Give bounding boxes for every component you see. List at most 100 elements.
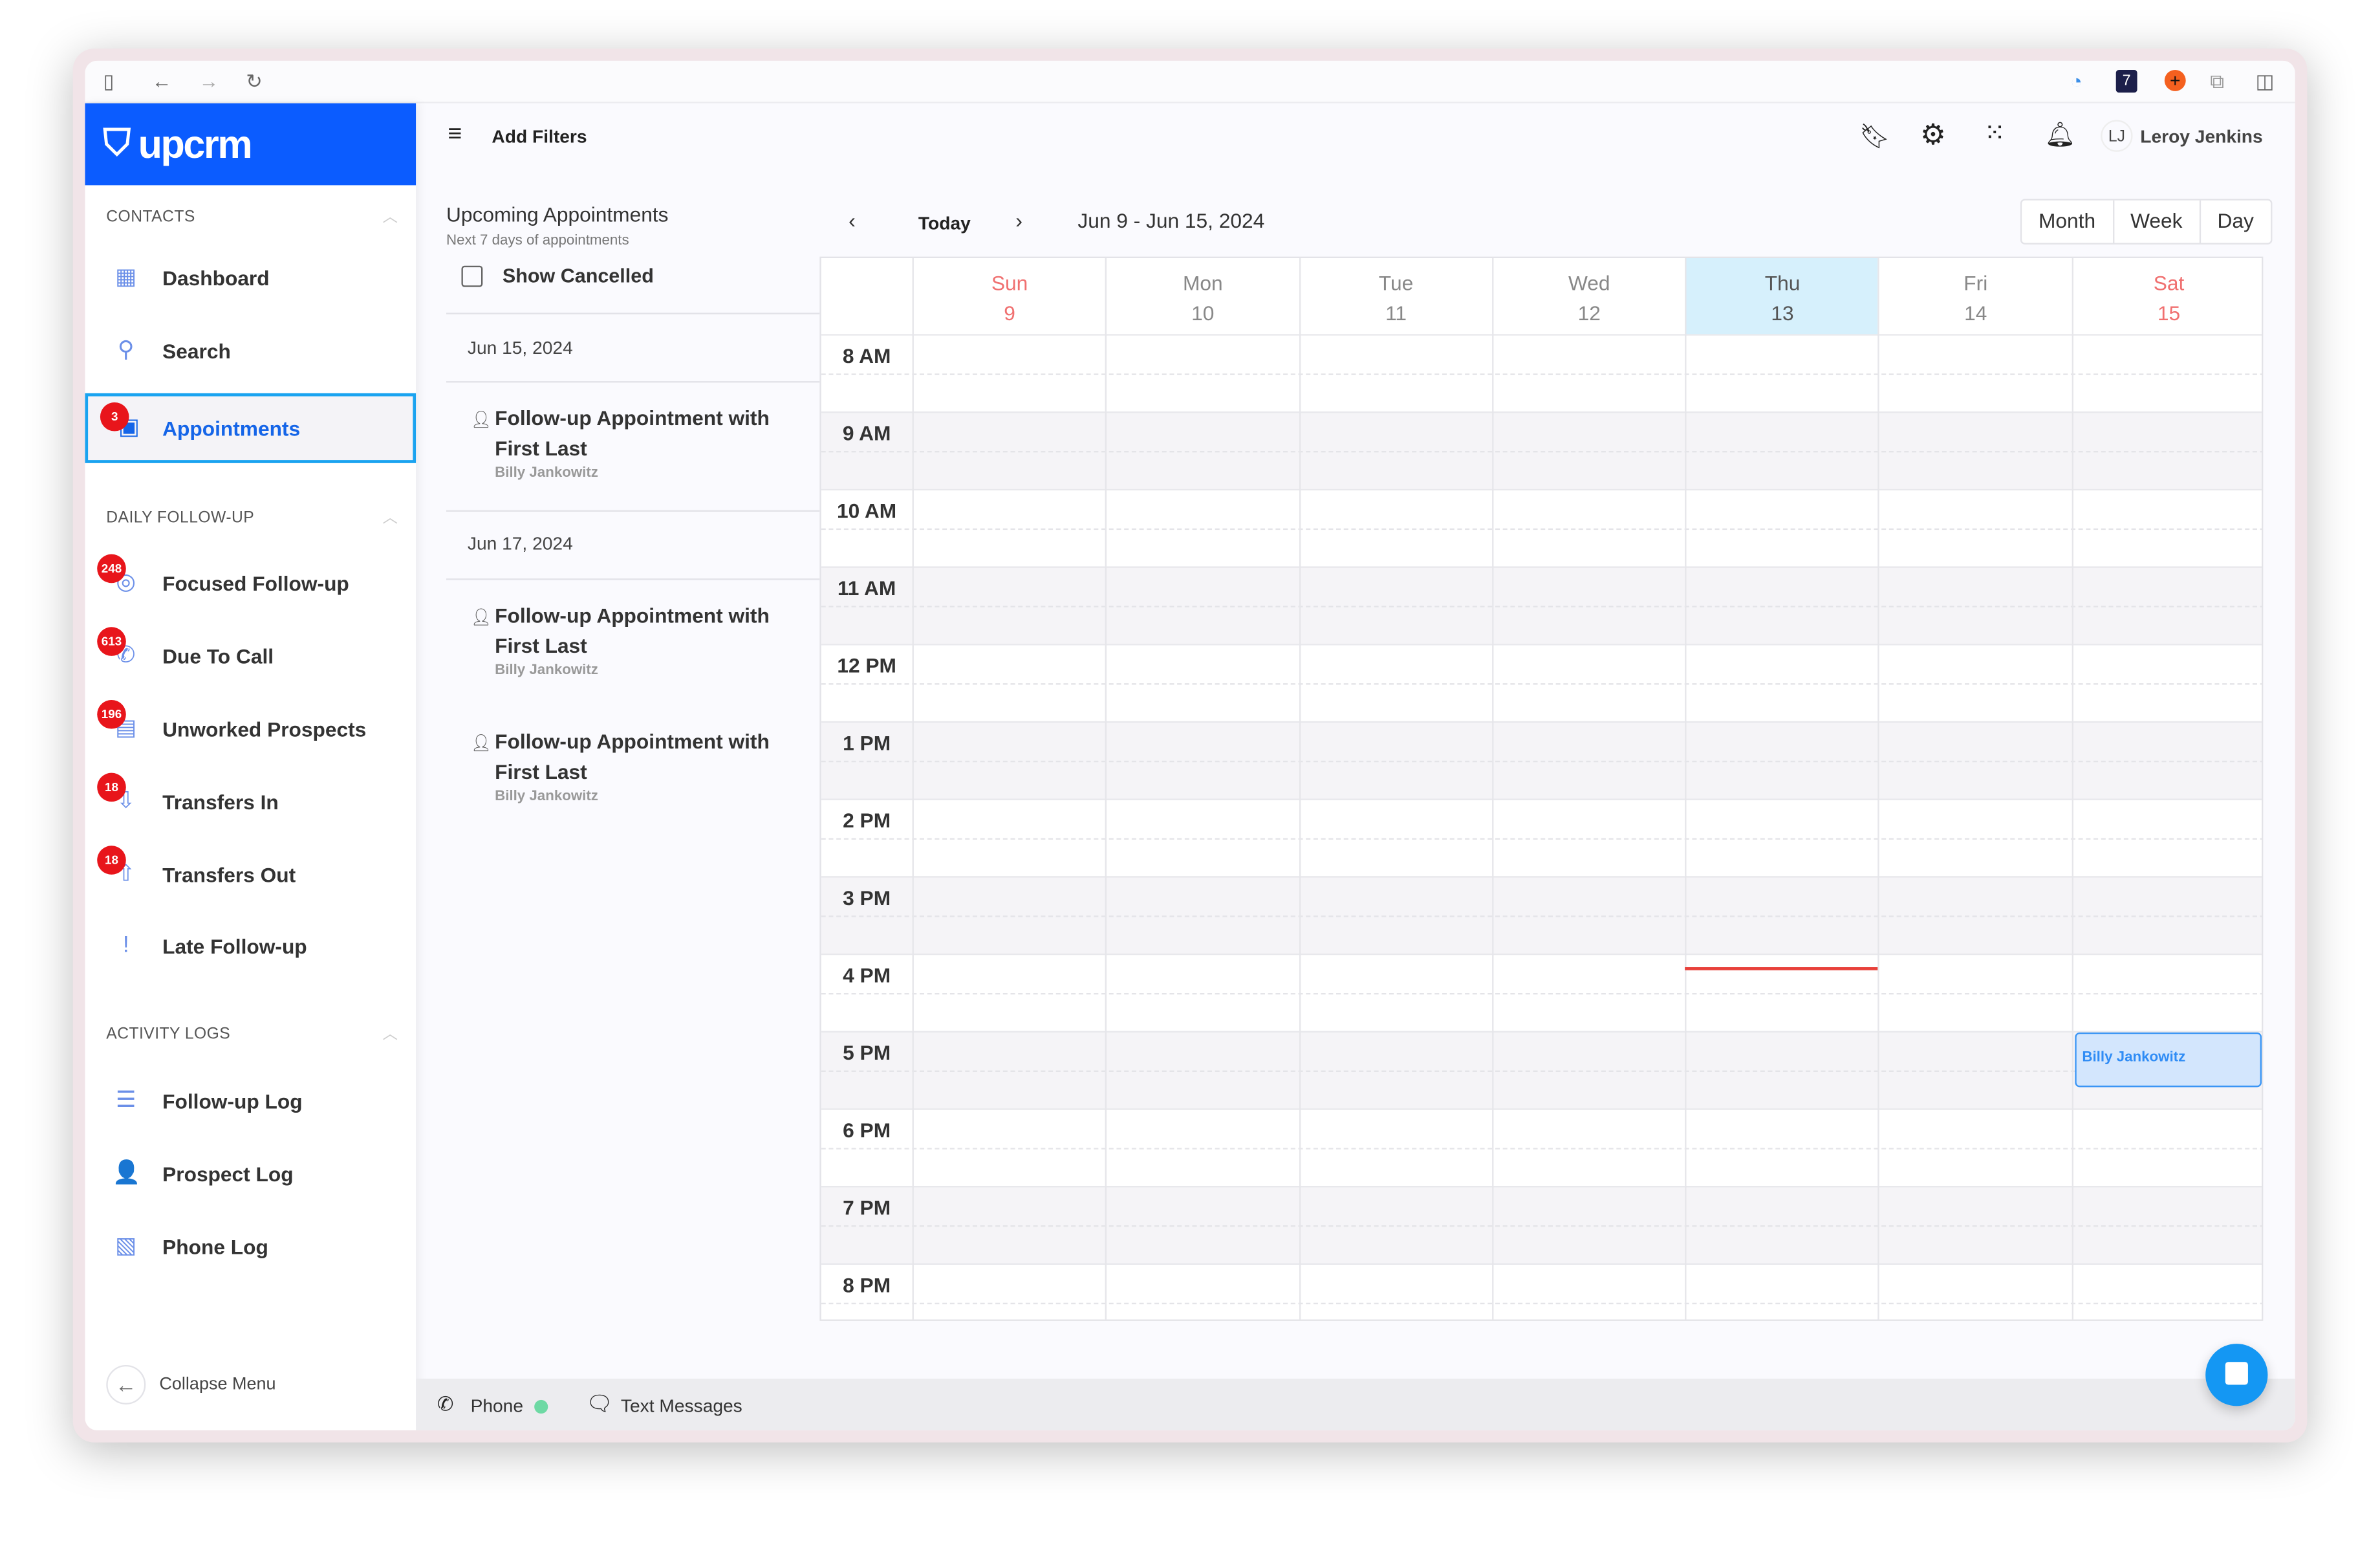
- bookmark-icon[interactable]: 🔖︎: [1859, 122, 1890, 152]
- sidebar-item-transfers-out[interactable]: ⇧ 18 Transfers Out: [85, 840, 416, 910]
- sidebar-item-appointments[interactable]: ▣ 3 Appointments: [85, 393, 416, 463]
- show-cancelled-checkbox[interactable]: [461, 265, 483, 287]
- view-switcher: Month Week Day: [2020, 199, 2273, 245]
- person-icon: 👤︎: [470, 609, 492, 628]
- chevron-up-icon[interactable]: ︿: [382, 1020, 397, 1044]
- person-add-icon: 👤: [112, 1160, 141, 1186]
- day-header-fri[interactable]: Fri 14: [1878, 257, 2072, 334]
- user-name[interactable]: Leroy Jenkins: [2140, 126, 2262, 148]
- half-hour-line: [821, 1302, 2262, 1305]
- sidebar-item-search[interactable]: ⚲ Search: [85, 316, 416, 386]
- extension-icon[interactable]: 7: [2115, 69, 2137, 93]
- apps-grid-icon[interactable]: ⁙: [1984, 118, 2006, 149]
- upcoming-subtitle: Next 7 days of appointments: [446, 232, 629, 249]
- half-hour-line: [821, 451, 2262, 453]
- day-header-sun[interactable]: Sun 9: [912, 257, 1106, 334]
- gear-icon[interactable]: ⚙: [1920, 118, 1946, 153]
- day-number: 12: [1577, 302, 1601, 325]
- view-day-button[interactable]: Day: [2199, 200, 2270, 243]
- bell-icon[interactable]: 🔔︎: [2044, 120, 2075, 150]
- hour-row: 2 PM: [821, 798, 2262, 877]
- password-extension-icon[interactable]: ◔: [2070, 70, 2082, 94]
- day-column-divider: [1878, 334, 1880, 1320]
- half-hour-line: [821, 1225, 2262, 1227]
- search-icon: ⚲: [117, 337, 135, 363]
- section-activity-logs: ACTIVITY LOGS: [106, 1025, 231, 1044]
- half-hour-line: [821, 373, 2262, 375]
- person-icon: 👤︎: [470, 734, 492, 754]
- sidebar-toggle-icon[interactable]: ▯: [103, 70, 114, 94]
- day-column-divider: [912, 334, 914, 1320]
- back-icon[interactable]: ←: [152, 70, 172, 94]
- phone-button[interactable]: Phone: [471, 1395, 523, 1417]
- sidebar-item-phone-log[interactable]: ▧ Phone Log: [85, 1212, 416, 1282]
- reload-icon[interactable]: ↻: [246, 70, 263, 94]
- sidebar-item-due-to-call[interactable]: ✆ 613 Due To Call: [85, 621, 416, 691]
- half-hour-line: [821, 683, 2262, 685]
- view-week-button[interactable]: Week: [2112, 200, 2199, 243]
- tab-tools-icon[interactable]: ⧉: [2210, 70, 2224, 94]
- split-view-icon[interactable]: ◫: [2256, 70, 2275, 94]
- day-number: 9: [1004, 302, 1015, 325]
- forward-icon[interactable]: →: [199, 70, 219, 94]
- collapse-arrow-icon[interactable]: ←: [106, 1364, 146, 1404]
- badge: 3: [100, 402, 129, 432]
- hour-label: 12 PM: [837, 654, 896, 677]
- calendar-event[interactable]: Billy Jankowitz: [2074, 1032, 2262, 1088]
- badge: 613: [97, 627, 126, 656]
- hour-label: 5 PM: [843, 1042, 891, 1065]
- sidebar-item-prospect-log[interactable]: 👤 Prospect Log: [85, 1139, 416, 1208]
- day-number: 14: [1964, 302, 1987, 325]
- day-header-tue[interactable]: Tue 11: [1299, 257, 1492, 334]
- chevron-up-icon[interactable]: ︿: [382, 504, 397, 527]
- text-messages-button[interactable]: Text Messages: [621, 1395, 742, 1417]
- appointment-item[interactable]: 👤︎ Follow-up Appointment with First Last B…: [468, 601, 801, 679]
- day-header-wed[interactable]: Wed 12: [1491, 257, 1685, 334]
- badge: 248: [97, 554, 126, 584]
- hour-label: 11 AM: [837, 576, 896, 600]
- appointment-item[interactable]: 👤︎ Follow-up Appointment with First Last B…: [468, 404, 801, 481]
- sidebar-item-focused-follow-up[interactable]: ◎ 248 Focused Follow-up: [85, 548, 416, 618]
- sidebar-item-late-follow-up[interactable]: ! Late Follow-up: [85, 911, 416, 981]
- brand-logo[interactable]: ⛉ upcrm: [85, 103, 416, 186]
- current-time-line: [1685, 967, 1879, 970]
- day-header-sat[interactable]: Sat 15: [2071, 257, 2262, 334]
- chat-button[interactable]: [2205, 1344, 2268, 1406]
- list-icon: ☰: [115, 1087, 136, 1113]
- sidebar-item-transfers-in[interactable]: ⇩ 18 Transfers In: [85, 767, 416, 836]
- next-week-button[interactable]: ›: [1015, 208, 1022, 233]
- avatar[interactable]: LJ: [2101, 120, 2133, 152]
- day-header-thu[interactable]: Thu 13: [1685, 257, 1879, 334]
- chat-icon: [2225, 1362, 2248, 1385]
- prev-week-button[interactable]: ‹: [849, 208, 856, 233]
- half-hour-line: [821, 915, 2262, 917]
- view-month-button[interactable]: Month: [2022, 201, 2112, 243]
- add-filters-button[interactable]: Add Filters: [492, 126, 587, 148]
- day-name: Sat: [2153, 272, 2185, 295]
- hour-row: 7 PM: [821, 1186, 2262, 1263]
- day-header-mon[interactable]: Mon 10: [1105, 257, 1299, 334]
- browser-window: ▯ ← → ↻ ◔ 7 + ⧉ ◫ ⛉ upcrm CONTACTS ︿ ▦ Das…: [72, 49, 2308, 1443]
- hour-label: 9 AM: [842, 422, 891, 445]
- person-icon: 👤︎: [470, 411, 492, 430]
- divider: [446, 510, 820, 512]
- half-hour-line: [821, 838, 2262, 840]
- sidebar-item-dashboard[interactable]: ▦ Dashboard: [85, 243, 416, 313]
- show-cancelled-label[interactable]: Show Cancelled: [503, 264, 654, 287]
- add-extension-icon[interactable]: +: [2164, 69, 2186, 91]
- dashboard-icon: ▦: [115, 264, 137, 290]
- hour-row: 10 AM: [821, 488, 2262, 567]
- day-name: Fri: [1964, 272, 1988, 295]
- filter-icon[interactable]: ≡: [448, 122, 462, 149]
- hour-row: 4 PM: [821, 953, 2262, 1031]
- hour-label: 3 PM: [843, 886, 891, 910]
- today-button[interactable]: Today: [918, 213, 971, 234]
- hour-label: 7 PM: [843, 1196, 891, 1219]
- divider: [446, 312, 820, 314]
- chevron-up-icon[interactable]: ︿: [382, 203, 397, 226]
- appointment-item[interactable]: 👤︎ Follow-up Appointment with First Last B…: [468, 727, 801, 805]
- sidebar-item-unworked-prospects[interactable]: ▤ 196 Unworked Prospects: [85, 694, 416, 764]
- collapse-menu-button[interactable]: Collapse Menu: [159, 1375, 276, 1393]
- sidebar-item-follow-up-log[interactable]: ☰ Follow-up Log: [85, 1066, 416, 1136]
- hour-label: 6 PM: [843, 1119, 891, 1142]
